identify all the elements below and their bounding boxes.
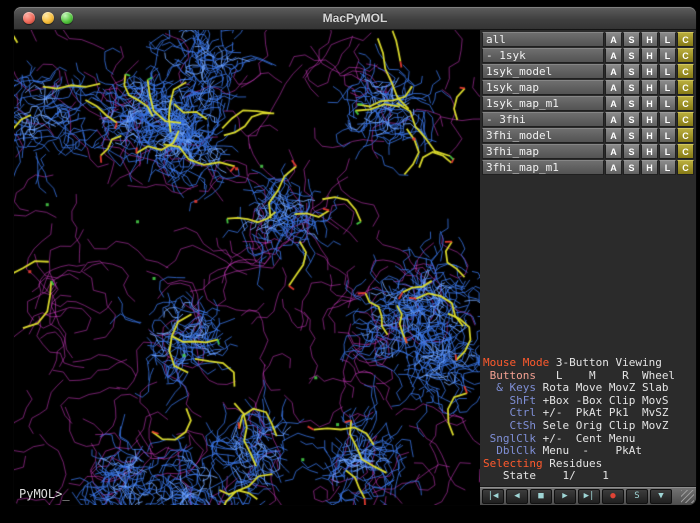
step-back-button[interactable]: ◀ <box>506 489 528 504</box>
3fhi_map_m1-s-button[interactable]: S <box>623 160 640 175</box>
3fhi_model-h-button[interactable]: H <box>641 128 658 143</box>
3fhi_model-a-button[interactable]: A <box>605 128 622 143</box>
3fhi_map_m1-c-button[interactable]: C <box>677 160 694 175</box>
object-panel: allASHLC- 1sykASHLC1syk_modelASHLC1syk_m… <box>480 30 696 505</box>
record-button[interactable]: ● <box>602 489 624 504</box>
window-title: MacPyMOL <box>323 11 388 25</box>
stop-button[interactable]: ■ <box>530 489 552 504</box>
object-name-1syk_model[interactable]: 1syk_model <box>482 64 604 79</box>
3fhi_map_m1-l-button[interactable]: L <box>659 160 676 175</box>
1syk_map_m1-a-button[interactable]: A <box>605 96 622 111</box>
1syk_map-l-button[interactable]: L <box>659 80 676 95</box>
title-bar[interactable]: MacPyMOL <box>14 7 696 30</box>
all-c-button[interactable]: C <box>677 32 694 47</box>
object-name-1syk_map[interactable]: 1syk_map <box>482 80 604 95</box>
object-name-1syk[interactable]: - 1syk <box>482 48 604 63</box>
3fhi_map-h-button[interactable]: H <box>641 144 658 159</box>
3fhi_map_m1-a-button[interactable]: A <box>605 160 622 175</box>
3fhi_model-l-button[interactable]: L <box>659 128 676 143</box>
1syk_map-s-button[interactable]: S <box>623 80 640 95</box>
3fhi_map-l-button[interactable]: L <box>659 144 676 159</box>
all-a-button[interactable]: A <box>605 32 622 47</box>
3fhi_map_m1-h-button[interactable]: H <box>641 160 658 175</box>
object-row-all: allASHLC <box>482 32 694 47</box>
play-button[interactable]: ▶ <box>554 489 576 504</box>
object-name-3fhi_map_m1[interactable]: 3fhi_map_m1 <box>482 160 604 175</box>
3fhi-l-button[interactable]: L <box>659 112 676 127</box>
3fhi-c-button[interactable]: C <box>677 112 694 127</box>
viewport-canvas[interactable] <box>14 30 480 505</box>
1syk_map-c-button[interactable]: C <box>677 80 694 95</box>
1syk_model-l-button[interactable]: L <box>659 64 676 79</box>
3fhi_model-s-button[interactable]: S <box>623 128 640 143</box>
1syk_map-a-button[interactable]: A <box>605 80 622 95</box>
object-row-1syk: - 1sykASHLC <box>482 48 694 63</box>
1syk_model-c-button[interactable]: C <box>677 64 694 79</box>
1syk-h-button[interactable]: H <box>641 48 658 63</box>
movie-bar: |◀◀■▶▶|●S▼ <box>480 486 696 505</box>
3fhi_model-c-button[interactable]: C <box>677 128 694 143</box>
1syk-a-button[interactable]: A <box>605 48 622 63</box>
object-name-3fhi[interactable]: - 3fhi <box>482 112 604 127</box>
mouse-panel: Mouse Mode 3-Button Viewing Buttons L M … <box>483 357 695 483</box>
object-row-1syk_map: 1syk_mapASHLC <box>482 80 694 95</box>
3fhi-s-button[interactable]: S <box>623 112 640 127</box>
minimize-button[interactable] <box>42 12 54 24</box>
1syk_map-h-button[interactable]: H <box>641 80 658 95</box>
3fhi_map-s-button[interactable]: S <box>623 144 640 159</box>
3fhi_map-a-button[interactable]: A <box>605 144 622 159</box>
1syk_map_m1-s-button[interactable]: S <box>623 96 640 111</box>
object-name-3fhi_model[interactable]: 3fhi_model <box>482 128 604 143</box>
1syk_model-h-button[interactable]: H <box>641 64 658 79</box>
object-name-1syk_map_m1[interactable]: 1syk_map_m1 <box>482 96 604 111</box>
object-row-3fhi_map: 3fhi_mapASHLC <box>482 144 694 159</box>
1syk_model-a-button[interactable]: A <box>605 64 622 79</box>
collapse-toggle-icon[interactable]: - <box>486 49 499 62</box>
1syk_model-s-button[interactable]: S <box>623 64 640 79</box>
command-line[interactable]: PyMOL>_ <box>19 487 70 501</box>
3fhi_map-c-button[interactable]: C <box>677 144 694 159</box>
window-content: PyMOL>_ allASHLC- 1sykASHLC1syk_modelASH… <box>14 30 696 505</box>
object-row-3fhi_map_m1: 3fhi_map_m1ASHLC <box>482 160 694 175</box>
1syk-l-button[interactable]: L <box>659 48 676 63</box>
resize-grip[interactable] <box>681 490 694 503</box>
object-name-all[interactable]: all <box>482 32 604 47</box>
state-line: State 1/ 1 <box>483 470 695 483</box>
rewind-button[interactable]: |◀ <box>482 489 504 504</box>
traffic-lights <box>23 12 73 24</box>
1syk-c-button[interactable]: C <box>677 48 694 63</box>
object-row-1syk_model: 1syk_modelASHLC <box>482 64 694 79</box>
all-l-button[interactable]: L <box>659 32 676 47</box>
1syk_map_m1-h-button[interactable]: H <box>641 96 658 111</box>
collapse-toggle-icon[interactable]: - <box>486 113 499 126</box>
object-row-3fhi_model: 3fhi_modelASHLC <box>482 128 694 143</box>
zoom-button[interactable] <box>61 12 73 24</box>
viewport: PyMOL>_ <box>14 30 480 505</box>
step-forward-button[interactable]: ▶| <box>578 489 600 504</box>
menu-button[interactable]: ▼ <box>650 489 672 504</box>
all-s-button[interactable]: S <box>623 32 640 47</box>
3fhi-h-button[interactable]: H <box>641 112 658 127</box>
close-button[interactable] <box>23 12 35 24</box>
object-name-3fhi_map[interactable]: 3fhi_map <box>482 144 604 159</box>
object-row-1syk_map_m1: 1syk_map_m1ASHLC <box>482 96 694 111</box>
macpymol-window: MacPyMOL PyMOL>_ allASHLC- 1sykASHLC1syk… <box>14 7 696 505</box>
3fhi-a-button[interactable]: A <box>605 112 622 127</box>
object-row-3fhi: - 3fhiASHLC <box>482 112 694 127</box>
1syk-s-button[interactable]: S <box>623 48 640 63</box>
1syk_map_m1-c-button[interactable]: C <box>677 96 694 111</box>
all-h-button[interactable]: H <box>641 32 658 47</box>
object-list: allASHLC- 1sykASHLC1syk_modelASHLC1syk_m… <box>480 30 696 176</box>
1syk_map_m1-l-button[interactable]: L <box>659 96 676 111</box>
scene-button[interactable]: S <box>626 489 648 504</box>
